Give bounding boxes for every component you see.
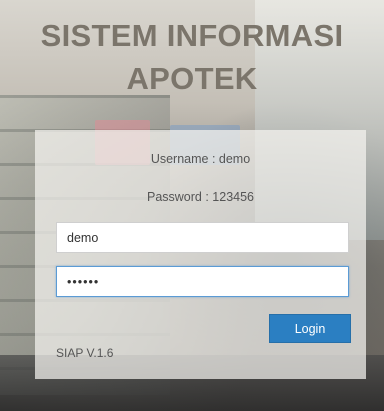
page-title-line-2: APOTEK <box>126 61 258 96</box>
login-button[interactable]: Login <box>269 314 351 343</box>
login-panel: Username : demo Password : 123456 Login … <box>35 130 366 379</box>
password-field[interactable] <box>56 266 349 297</box>
username-hint: Username : demo <box>150 152 251 166</box>
page-title-line-1: SISTEM INFORMASI <box>40 18 344 53</box>
page-title: SISTEM INFORMASI APOTEK <box>0 14 384 100</box>
password-hint: Password : 123456 <box>146 190 254 204</box>
version-label: SIAP V.1.6 <box>56 346 114 360</box>
username-field[interactable] <box>56 222 349 253</box>
